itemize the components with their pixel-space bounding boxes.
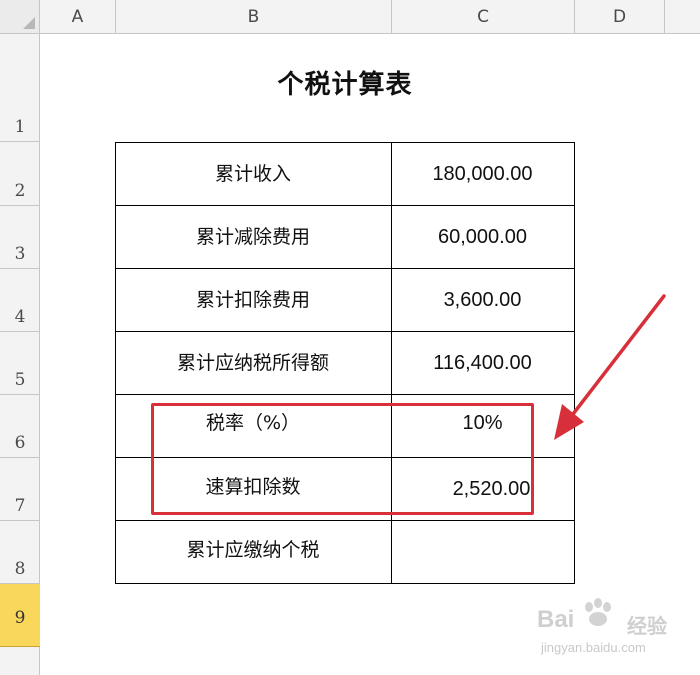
red-arrow-icon	[554, 294, 666, 440]
column-header-c[interactable]: C	[392, 0, 575, 34]
row-header-1-label: 1	[14, 117, 26, 137]
row-header-7[interactable]: 7	[0, 458, 40, 521]
cell-c3-value[interactable]: 60,000.00	[391, 206, 574, 268]
row-header-8[interactable]: 8	[0, 521, 40, 584]
row-header-4[interactable]: 4	[0, 269, 40, 332]
column-header-d[interactable]: D	[575, 0, 665, 34]
select-all-icon	[23, 17, 35, 29]
watermark-brand: Bai	[537, 606, 575, 633]
select-all-corner[interactable]	[0, 0, 40, 34]
column-header-b[interactable]: B	[116, 0, 392, 34]
row-header-9-label: 9	[14, 608, 26, 628]
column-header-e-partial[interactable]	[665, 0, 700, 34]
row-header-2-label: 2	[14, 181, 26, 201]
row-header-9-selected[interactable]: 9	[0, 584, 40, 647]
row-header-2[interactable]: 2	[0, 142, 40, 206]
baidu-watermark: Bai 经验 jingyan.baidu.com	[537, 598, 697, 660]
row-header-4-label: 4	[14, 307, 26, 327]
row-header-6-label: 6	[14, 433, 26, 453]
cell-b3-label[interactable]: 累计减除费用	[115, 206, 391, 268]
cell-b2-label[interactable]: 累计收入	[115, 143, 391, 205]
cell-c8-value[interactable]	[391, 521, 574, 583]
row-header-5[interactable]: 5	[0, 332, 40, 395]
watermark-url: jingyan.baidu.com	[541, 640, 646, 655]
row-header-8-label: 8	[14, 559, 26, 579]
cell-b5-label[interactable]: 累计应纳税所得额	[115, 332, 391, 394]
highlight-box	[151, 403, 534, 515]
row-header-6[interactable]: 6	[0, 395, 40, 458]
row-header-3-label: 3	[14, 244, 26, 264]
cell-b4-label[interactable]: 累计扣除费用	[115, 269, 391, 331]
paw-icon	[585, 598, 611, 626]
cell-c2-value[interactable]: 180,000.00	[391, 143, 574, 205]
sheet-title[interactable]: 个税计算表	[115, 64, 575, 101]
row-header-7-label: 7	[14, 496, 26, 516]
row-header-3[interactable]: 3	[0, 206, 40, 269]
cell-b8-label[interactable]: 累计应缴纳个税	[115, 521, 391, 583]
watermark-brand-cn: 经验	[627, 614, 667, 638]
column-header-a[interactable]: A	[40, 0, 116, 34]
row-header-1[interactable]: 1	[0, 34, 40, 142]
row-header-5-label: 5	[14, 370, 26, 390]
